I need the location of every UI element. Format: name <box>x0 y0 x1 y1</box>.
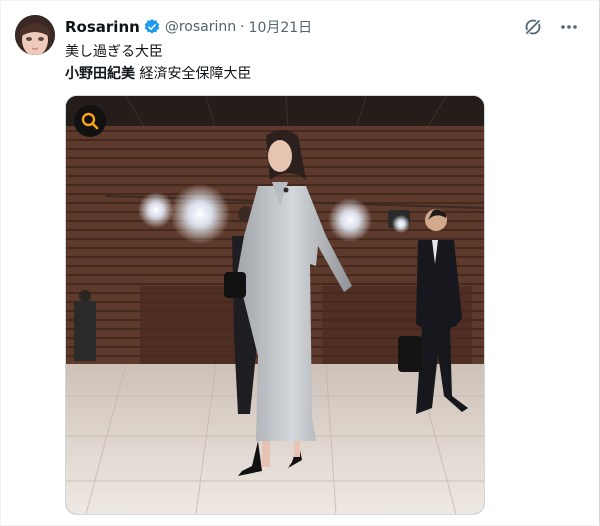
tweet-date[interactable]: 10月21日 <box>249 17 313 37</box>
tweet-actions <box>523 17 579 37</box>
tweet-card: Rosarinn @rosarinn · 10月21日 美し過ぎる大臣 小野田紀… <box>0 0 600 526</box>
author-handle[interactable]: @rosarinn <box>165 19 236 35</box>
tweet-text-bold: 小野田紀美 <box>65 66 135 82</box>
tweet-text-line2: 小野田紀美 経済安全保障大臣 <box>65 63 251 83</box>
avatar[interactable] <box>15 15 55 55</box>
more-options-icon[interactable] <box>559 17 579 37</box>
tweet-text-rest: 経済安全保障大臣 <box>135 66 252 82</box>
tweet-text-line1: 美し過ぎる大臣 <box>65 44 163 60</box>
separator-dot: · <box>240 19 245 35</box>
search-zoom-icon[interactable] <box>74 105 106 137</box>
tweet-header: Rosarinn @rosarinn · 10月21日 <box>65 17 312 37</box>
tweet-photo[interactable] <box>65 95 485 515</box>
author-name[interactable]: Rosarinn <box>65 18 140 36</box>
grok-icon[interactable] <box>523 17 543 37</box>
verified-badge-icon <box>143 18 161 36</box>
